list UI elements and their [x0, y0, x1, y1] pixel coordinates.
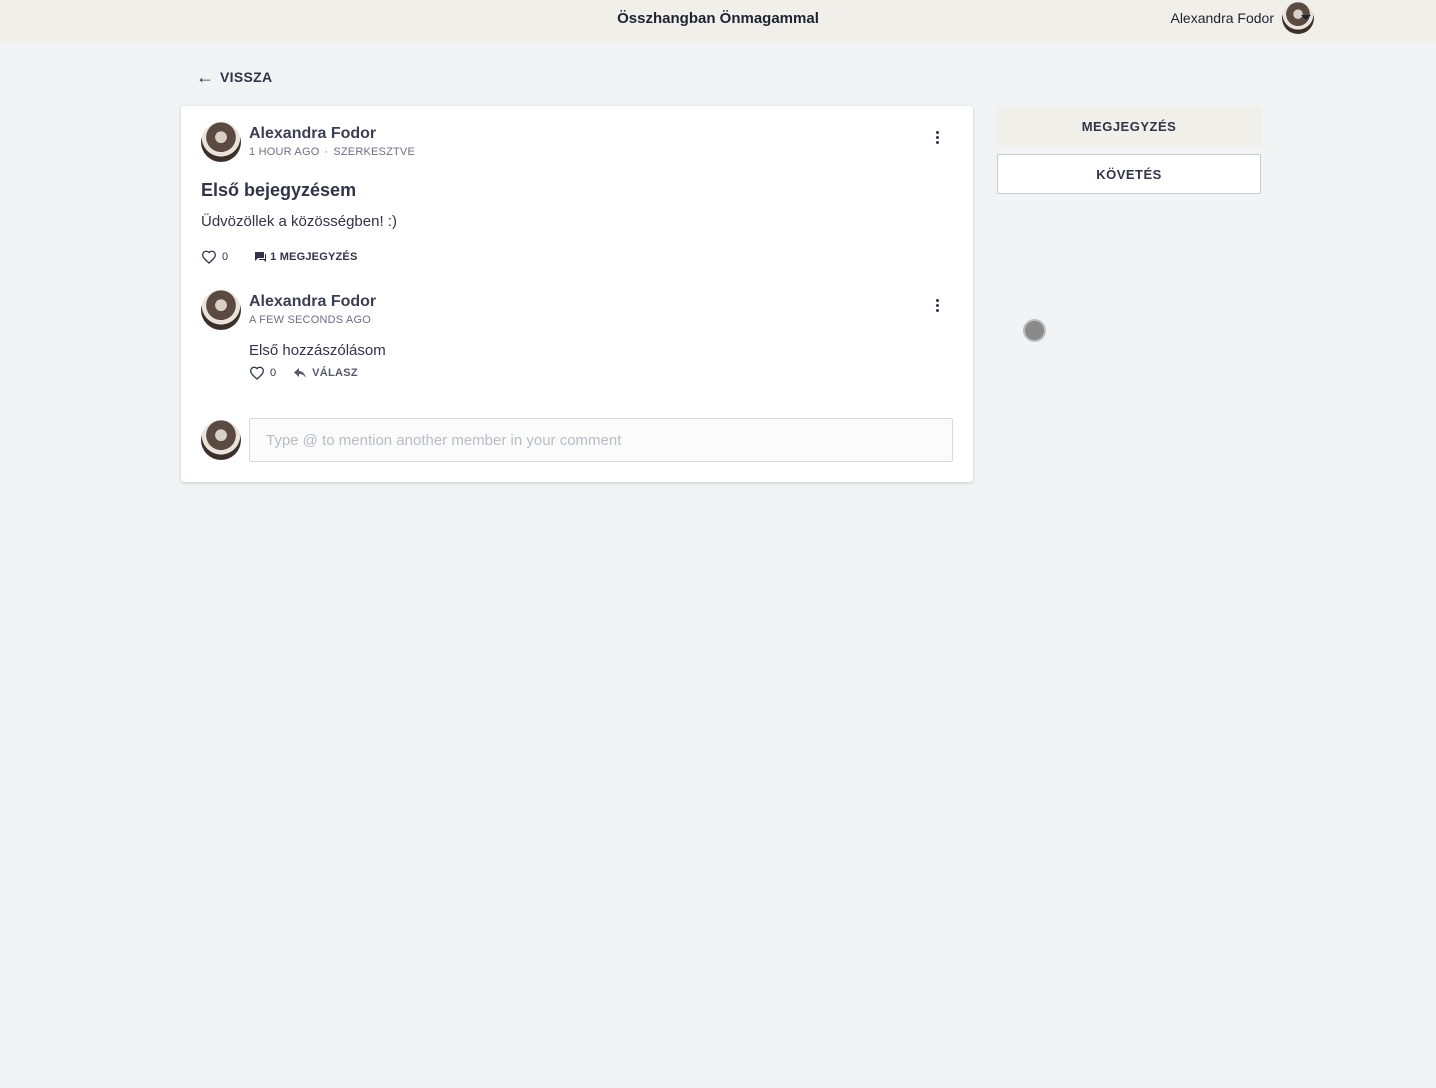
- user-name[interactable]: Alexandra Fodor: [1170, 10, 1274, 26]
- post-actions: 0 1 MEGJEGYZÉS: [201, 250, 358, 264]
- post-body: Üdvözöllek a közösségben! :): [201, 213, 397, 230]
- post-meta: 1 HOUR AGO · SZERKESZTVE: [249, 146, 415, 158]
- comment-time: A FEW SECONDS AGO: [249, 314, 371, 326]
- post-author[interactable]: Alexandra Fodor: [249, 125, 415, 143]
- comment-header: Alexandra Fodor A FEW SECONDS AGO: [201, 290, 376, 330]
- post-time: 1 HOUR AGO: [249, 146, 320, 158]
- comment-author[interactable]: Alexandra Fodor: [249, 293, 376, 311]
- comment-icon: [255, 252, 267, 262]
- reply-button[interactable]: VÁLASZ: [294, 367, 358, 379]
- back-label: VISSZA: [220, 69, 273, 85]
- cursor-indicator: [1023, 319, 1046, 342]
- post-header: Alexandra Fodor 1 HOUR AGO · SZERKESZTVE: [201, 122, 415, 162]
- reply-icon: [294, 368, 307, 378]
- follow-button[interactable]: KÖVETÉS: [997, 154, 1261, 194]
- more-options-icon[interactable]: [927, 127, 947, 147]
- heart-icon: [249, 366, 265, 380]
- edited-label: SZERKESZTVE: [333, 146, 416, 158]
- separator-dot: ·: [324, 146, 329, 158]
- comment-button[interactable]: MEGJEGYZÉS: [997, 106, 1261, 146]
- like-count: 0: [222, 251, 229, 263]
- back-button[interactable]: ← VISSZA: [196, 68, 272, 86]
- comment-input[interactable]: [249, 418, 953, 462]
- comment-text: Első hozzászólásom: [249, 342, 386, 359]
- post-title: Első bejegyzésem: [201, 180, 357, 200]
- comments-count-label: 1 MEGJEGYZÉS: [270, 251, 358, 263]
- comment-composer: [201, 418, 953, 462]
- comment-actions: 0 VÁLASZ: [249, 366, 358, 380]
- heart-icon: [201, 250, 217, 264]
- user-menu[interactable]: Alexandra Fodor: [1170, 2, 1314, 34]
- like-count: 0: [270, 367, 277, 379]
- top-bar: Összhangban Önmagammal Alexandra Fodor: [0, 0, 1436, 42]
- avatar[interactable]: [201, 290, 241, 330]
- reply-label: VÁLASZ: [312, 367, 358, 379]
- comments-link[interactable]: 1 MEGJEGYZÉS: [254, 251, 357, 263]
- post-card: Alexandra Fodor 1 HOUR AGO · SZERKESZTVE E…: [181, 106, 973, 482]
- like-button[interactable]: 0: [249, 366, 276, 380]
- avatar[interactable]: [201, 420, 241, 460]
- avatar[interactable]: [201, 122, 241, 162]
- arrow-left-icon: ←: [196, 67, 214, 87]
- more-options-icon[interactable]: [927, 295, 947, 315]
- like-button[interactable]: 0: [201, 250, 228, 264]
- chevron-down-icon[interactable]: [1301, 15, 1311, 20]
